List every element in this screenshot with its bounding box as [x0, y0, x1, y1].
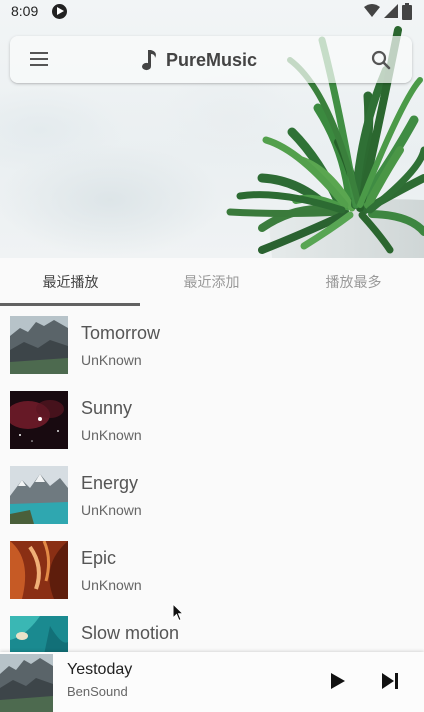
tab-recently-added[interactable]: 最近添加 — [141, 258, 282, 306]
signal-icon — [384, 4, 398, 18]
app-title: PureMusic — [166, 49, 258, 70]
app-title-group: PureMusic — [138, 46, 257, 74]
status-bar: 8:09 — [0, 0, 424, 24]
song-title: Tomorrow — [81, 323, 161, 343]
tab-bar: 最近播放 最近添加 播放最多 — [0, 258, 424, 306]
play-icon[interactable] — [326, 670, 348, 692]
song-title: Slow motion — [81, 623, 180, 643]
song-list-item[interactable]: Slow motion — [0, 606, 424, 652]
song-list-item[interactable]: Tomorrow UnKnown — [0, 306, 424, 381]
wifi-icon — [364, 4, 380, 17]
header-banner: 8:09 PureMusic — [0, 0, 424, 258]
media-playing-icon — [52, 4, 67, 19]
battery-icon — [402, 3, 412, 20]
song-artist: UnKnown — [81, 352, 142, 368]
tab-most-played[interactable]: 播放最多 — [283, 258, 424, 306]
search-app-bar: PureMusic — [10, 36, 412, 83]
status-time: 8:09 — [11, 3, 39, 19]
album-art-lake-mountains — [10, 466, 68, 524]
song-title: Sunny — [81, 398, 133, 418]
song-artist: UnKnown — [81, 502, 142, 518]
song-artist: UnKnown — [81, 577, 142, 593]
song-title: Energy — [81, 473, 139, 493]
skip-next-icon[interactable] — [378, 670, 402, 692]
album-art-mountain-cliff — [10, 316, 68, 374]
song-list-item[interactable]: Epic UnKnown — [0, 531, 424, 606]
mouse-cursor-icon — [172, 603, 184, 622]
song-artist: UnKnown — [81, 427, 142, 443]
album-art-turquoise-water — [10, 616, 68, 652]
song-list: Tomorrow UnKnown Sunny UnKnown Energy Un… — [0, 306, 424, 652]
song-title: Epic — [81, 548, 117, 568]
now-playing-title: Yestoday — [67, 661, 133, 678]
now-playing-artist: BenSound — [67, 684, 128, 699]
now-playing-album-art — [0, 654, 53, 712]
menu-icon[interactable] — [28, 48, 52, 72]
music-note-icon — [142, 50, 156, 71]
album-art-canyon — [10, 541, 68, 599]
album-art-red-nebula — [10, 391, 68, 449]
song-list-item[interactable]: Sunny UnKnown — [0, 381, 424, 456]
mini-player[interactable]: Yestoday BenSound — [0, 652, 424, 712]
song-list-item[interactable]: Energy UnKnown — [0, 456, 424, 531]
tab-recently-played[interactable]: 最近播放 — [0, 258, 141, 306]
search-icon[interactable] — [370, 49, 392, 71]
